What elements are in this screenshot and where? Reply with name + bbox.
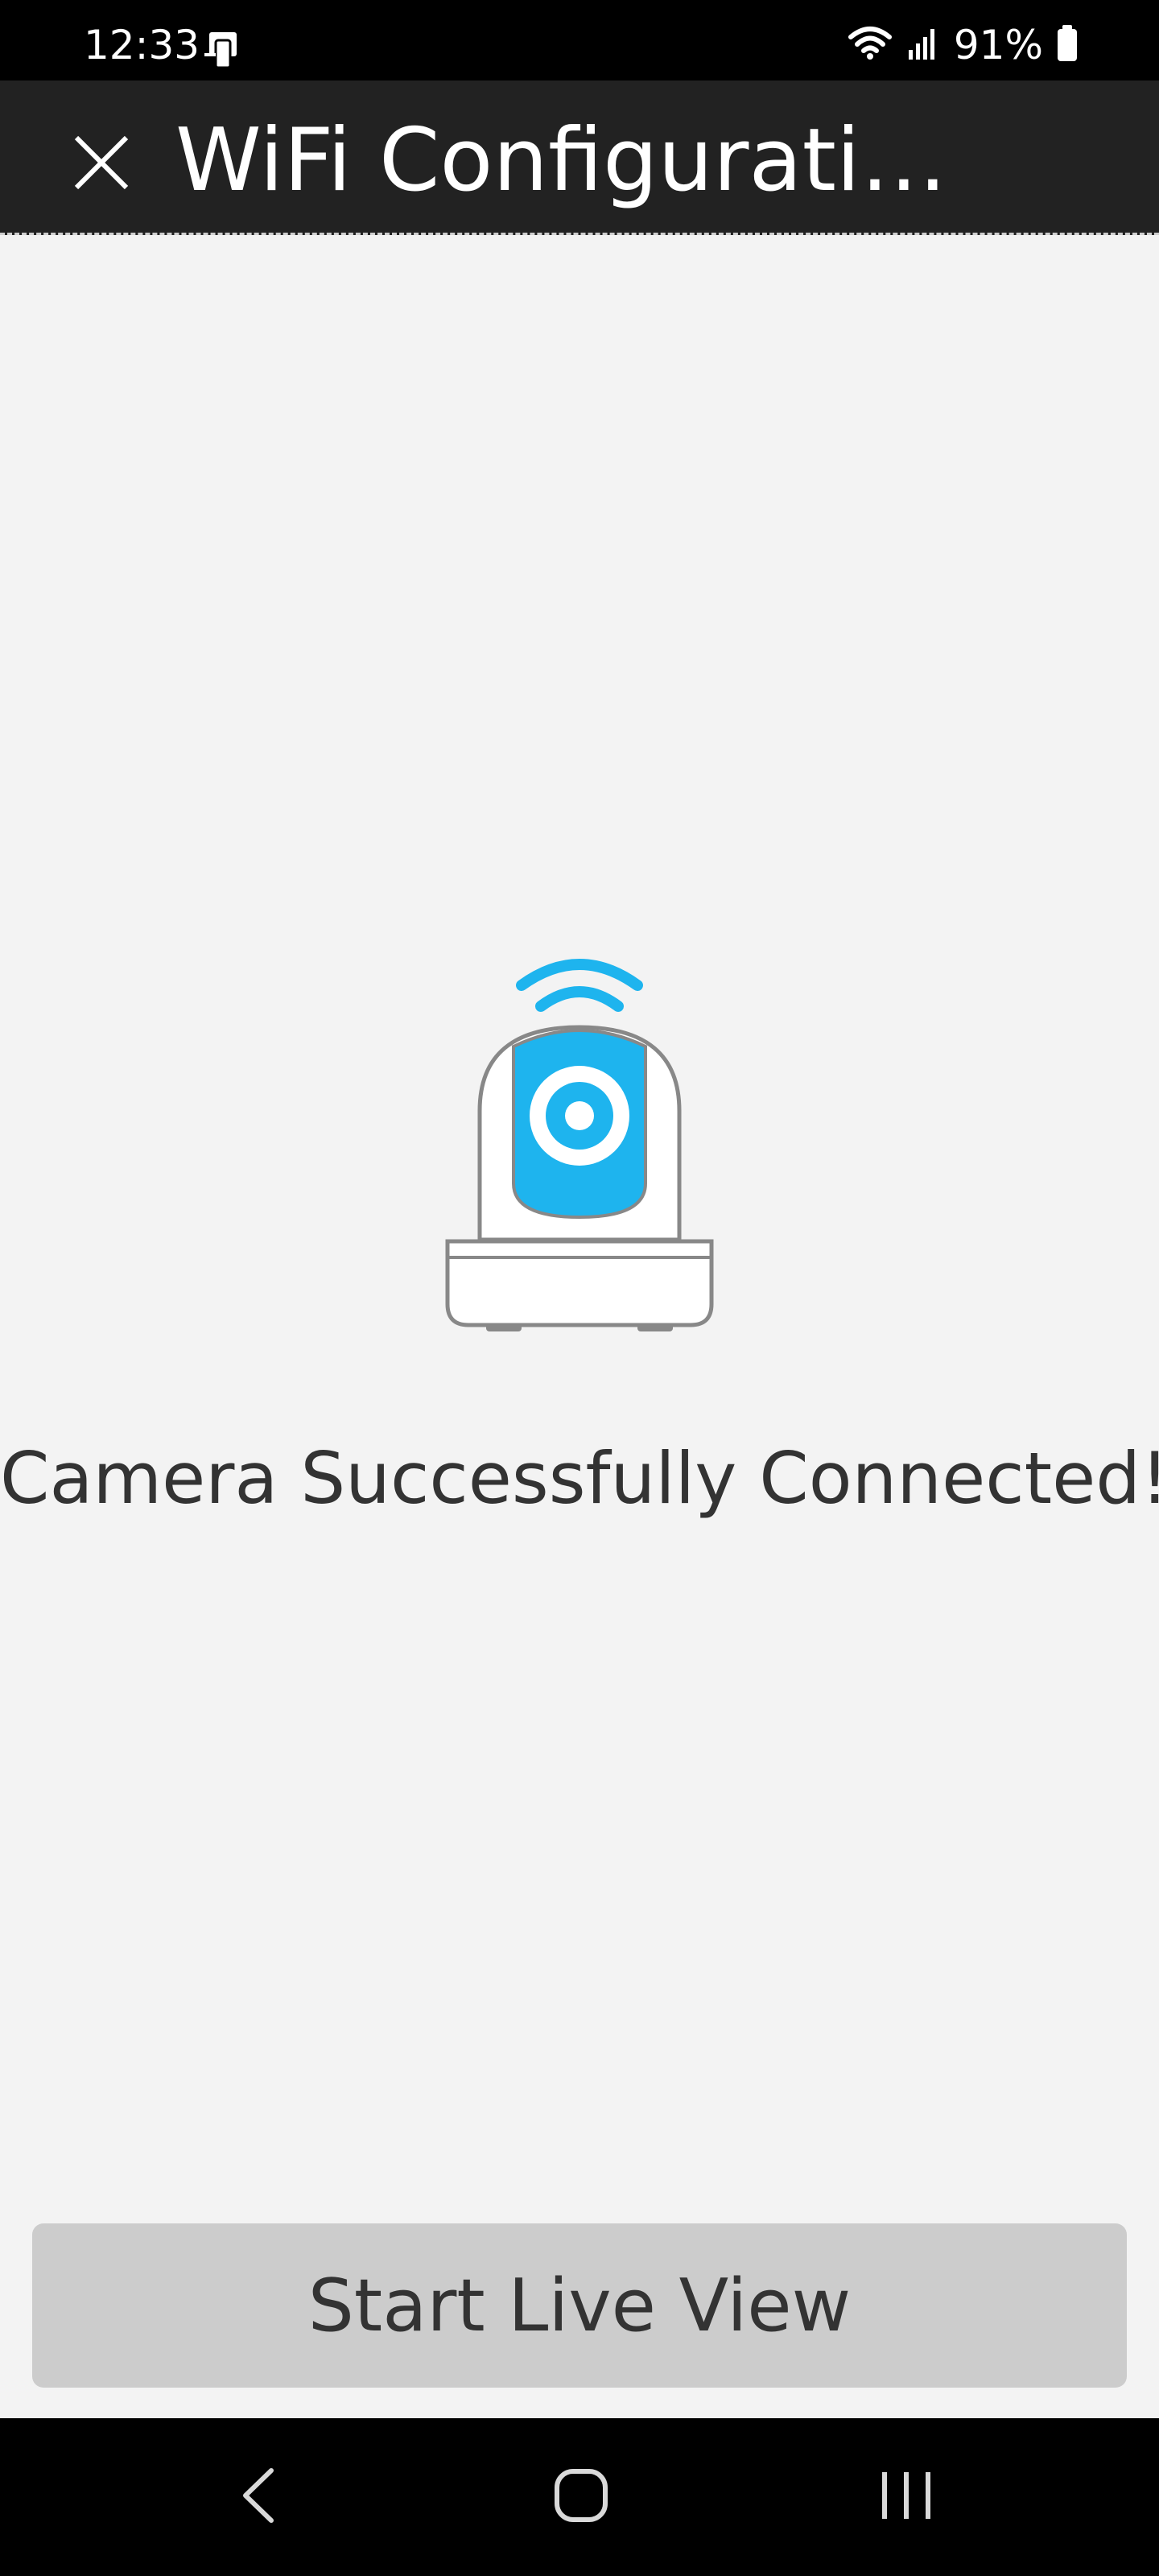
- status-icons: 91%: [848, 21, 1079, 69]
- status-time: 12:33: [84, 22, 200, 68]
- signal-icon: [905, 26, 941, 65]
- app-bar: WiFi Configuration...: [0, 80, 1159, 235]
- back-button[interactable]: [219, 2457, 299, 2537]
- wifi-icon: [848, 26, 893, 65]
- recents-button[interactable]: [866, 2457, 947, 2537]
- system-nav-bar: [0, 2418, 1159, 2576]
- device-notification-icon: [201, 29, 245, 73]
- page-title: WiFi Configuration...: [175, 113, 996, 209]
- recents-icon: [878, 2467, 934, 2528]
- close-button[interactable]: [64, 127, 138, 201]
- close-icon: [73, 134, 130, 195]
- success-message: Camera Successfully Connected!: [0, 1437, 1159, 1520]
- home-button[interactable]: [541, 2457, 621, 2537]
- status-bar: 12:33 91%: [0, 0, 1159, 80]
- home-icon: [553, 2467, 609, 2528]
- battery-percent: 91%: [953, 22, 1043, 68]
- battery-icon: [1056, 24, 1079, 66]
- back-icon: [239, 2467, 279, 2528]
- start-live-view-button[interactable]: Start Live View: [32, 2223, 1127, 2388]
- camera-icon: [441, 950, 718, 1352]
